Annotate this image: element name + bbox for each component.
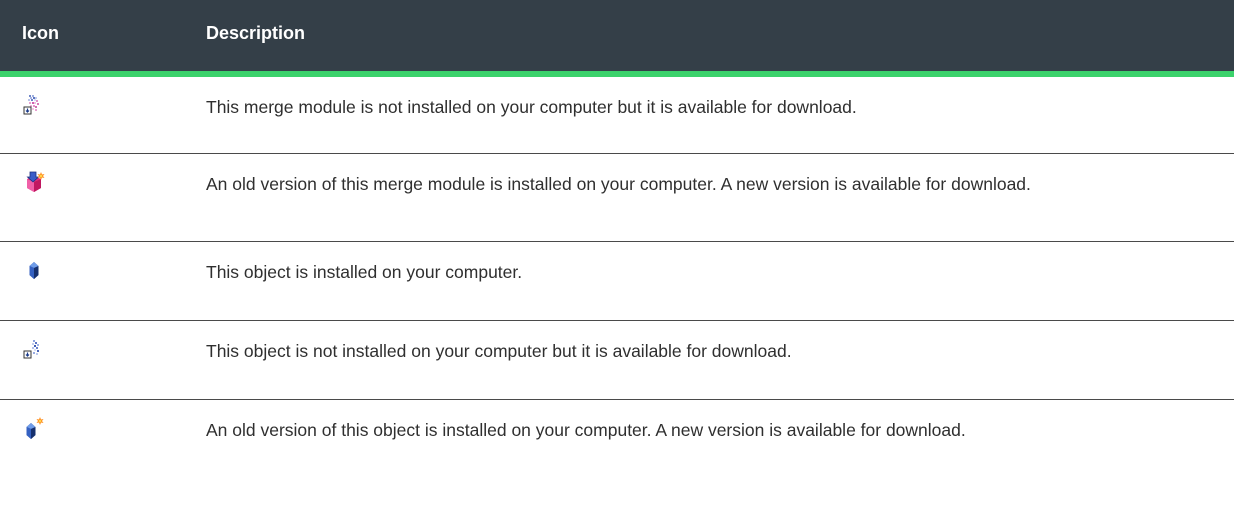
object-available-for-download-icon — [22, 337, 46, 361]
row-description: This object is not installed on your com… — [206, 340, 792, 361]
table-row: An old version of this object is install… — [0, 399, 1234, 493]
table-header-row: Icon Description — [0, 0, 1234, 77]
table-row: This object is not installed on your com… — [0, 320, 1234, 399]
icon-description-table: Icon Description This merge module is no… — [0, 0, 1234, 493]
table-row: An old version of this merge module is i… — [0, 153, 1234, 241]
merge-module-available-for-download-icon — [22, 93, 46, 117]
row-description: An old version of this merge module is i… — [206, 173, 1031, 194]
table-row: This object is installed on your compute… — [0, 241, 1234, 320]
row-description: This merge module is not installed on yo… — [206, 97, 857, 117]
object-update-available-icon — [22, 416, 46, 440]
object-installed-icon — [22, 258, 46, 282]
row-description: This object is installed on your compute… — [206, 261, 523, 282]
row-description: An old version of this object is install… — [206, 419, 966, 440]
description-column-header: Description — [192, 0, 1234, 77]
merge-module-update-available-icon — [22, 170, 46, 194]
icon-column-header: Icon — [0, 0, 192, 77]
table-row: This merge module is not installed on yo… — [0, 74, 1234, 153]
